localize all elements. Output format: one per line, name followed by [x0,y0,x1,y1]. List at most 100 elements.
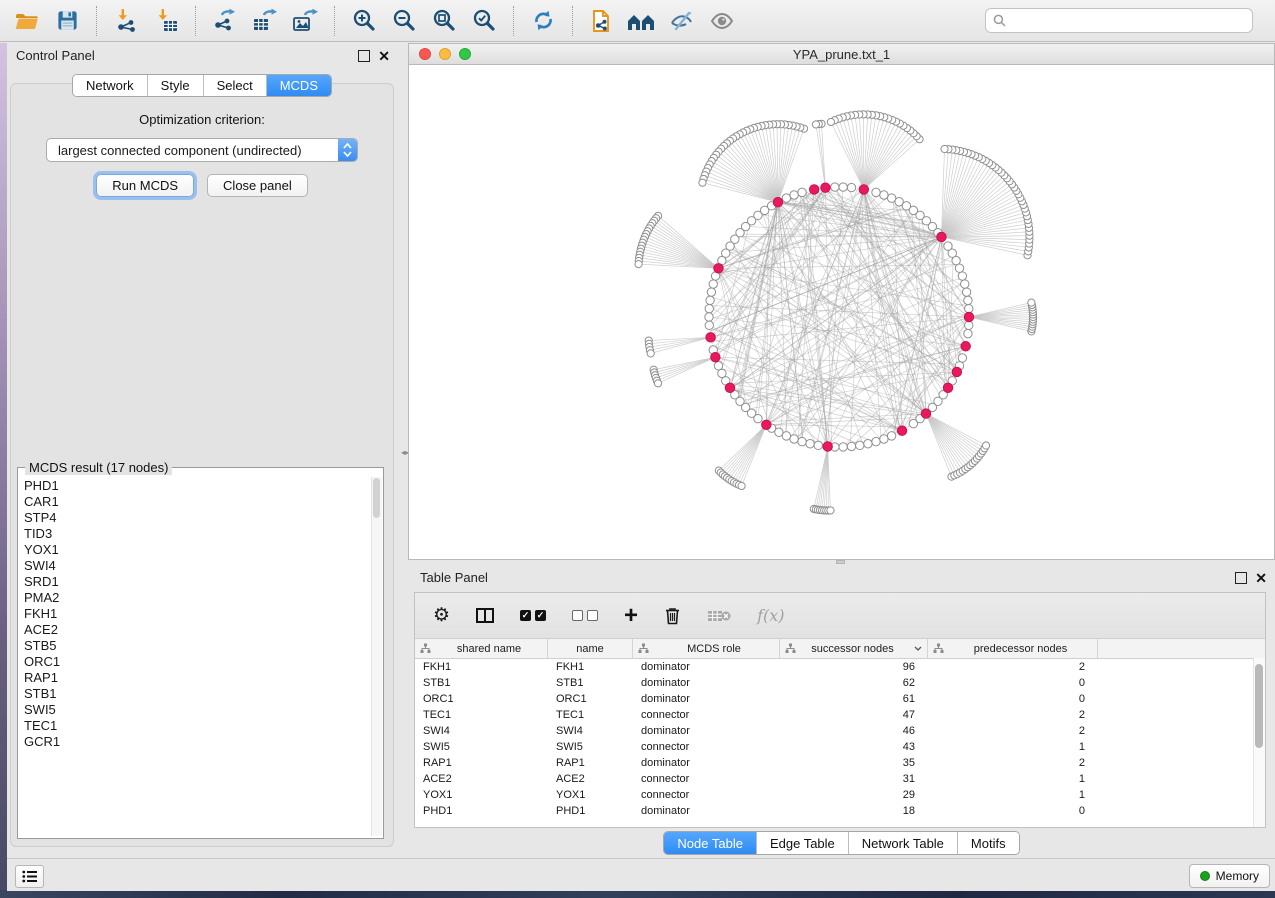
function-builder-button[interactable]: f(x) [757,606,784,625]
table-tabs: Node TableEdge TableNetwork TableMotifs [408,831,1275,855]
mcds-result-item[interactable]: SRD1 [24,574,369,590]
table-row-FKH1[interactable]: FKH1FKH1dominator962 [415,659,1265,675]
zoom-fit-icon [432,8,457,33]
show-columns-button[interactable] [476,608,494,623]
run-mcds-button[interactable]: Run MCDS [96,174,194,197]
mcds-result-item[interactable]: YOX1 [24,542,369,558]
close-panel-icon[interactable]: ✕ [1255,573,1267,583]
import-table-button[interactable] [149,4,183,38]
hide-selected-button[interactable] [665,4,699,38]
tab-style[interactable]: Style [148,75,204,96]
export-network-button[interactable] [208,4,242,38]
table-row-PHD1[interactable]: PHD1PHD1dominator180 [415,803,1265,819]
mcds-result-item[interactable]: RAP1 [24,670,369,686]
optimization-criterion-dropdown[interactable]: largest connected component (undirected) [46,138,358,162]
mcds-result-item[interactable]: TID3 [24,526,369,542]
table-row-SWI4[interactable]: SWI4SWI4dominator462 [415,723,1265,739]
mcds-result-item[interactable]: SWI5 [24,702,369,718]
network-titlebar[interactable]: YPA_prune.txt_1 [408,43,1275,65]
zoom-out-button[interactable] [387,4,421,38]
mcds-result-item[interactable]: FKH1 [24,606,369,622]
mcds-hub-node[interactable] [859,185,869,195]
mcds-hub-node[interactable] [725,383,735,393]
mcds-hub-node[interactable] [773,197,783,207]
mcds-result-item[interactable]: SWI4 [24,558,369,574]
mcds-result-item[interactable]: TEC1 [24,718,369,734]
zoom-selected-button[interactable] [467,4,501,38]
open-file-button[interactable] [10,4,44,38]
mcds-result-item[interactable]: STB5 [24,638,369,654]
mcds-result-item[interactable]: ACE2 [24,622,369,638]
deselect-all-button[interactable] [572,610,598,621]
table-row-ORC1[interactable]: ORC1ORC1dominator610 [415,691,1265,707]
column-header-successor-nodes[interactable]: successor nodes [780,639,928,658]
table-row-STB1[interactable]: STB1STB1dominator620 [415,675,1265,691]
mcds-hub-node[interactable] [897,426,907,436]
tab-network-table[interactable]: Network Table [849,832,958,854]
apply-layout-button[interactable] [526,4,560,38]
add-column-button[interactable]: + [624,606,638,626]
mcds-result-item[interactable]: ORC1 [24,654,369,670]
control-panel: Control Panel ✕ NetworkStyleSelectMCDS O… [7,43,400,858]
vertical-splitter[interactable]: ◂▸ [400,43,408,858]
tab-mcds[interactable]: MCDS [267,75,331,96]
mcds-result-item[interactable]: STB1 [24,686,369,702]
close-panel-button[interactable]: Close panel [207,174,308,197]
close-panel-icon[interactable]: ✕ [378,51,390,61]
tab-select[interactable]: Select [204,75,267,96]
tab-node-table[interactable]: Node Table [664,832,757,854]
table-row-YOX1[interactable]: YOX1YOX1connector291 [415,787,1265,803]
new-network-from-selection-button[interactable] [585,4,619,38]
task-history-button[interactable] [15,865,44,888]
tab-network[interactable]: Network [73,75,148,96]
tab-motifs[interactable]: Motifs [958,832,1019,854]
mcds-hub-node[interactable] [952,367,962,377]
mcds-hub-node[interactable] [762,420,772,430]
mcds-hub-node[interactable] [961,341,971,351]
mcds-result-item[interactable]: PMA2 [24,590,369,606]
mcds-hub-node[interactable] [964,312,974,322]
export-table-button[interactable] [248,4,282,38]
memory-button[interactable]: Memory [1189,864,1270,888]
table-scrollbar[interactable] [1253,658,1265,827]
float-panel-icon[interactable] [358,50,370,62]
mcds-result-item[interactable]: GCR1 [24,734,369,750]
tab-edge-table[interactable]: Edge Table [757,832,849,854]
column-header-shared-name[interactable]: shared name [415,639,548,658]
mcds-result-list[interactable]: PHD1CAR1STP4TID3YOX1SWI4SRD1PMA2FKH1ACE2… [24,478,369,834]
mcds-hub-node[interactable] [809,185,819,195]
table-row-ACE2[interactable]: ACE2ACE2connector311 [415,771,1265,787]
search-input[interactable] [985,8,1253,33]
mcds-list-scrollbar[interactable] [371,477,382,836]
mcds-hub-node[interactable] [714,264,724,274]
delete-table-button[interactable] [707,609,731,623]
mcds-hub-node[interactable] [921,409,931,419]
import-network-button[interactable] [109,4,143,38]
mcds-hub-node[interactable] [711,352,721,362]
save-session-button[interactable] [50,4,84,38]
first-neighbors-button[interactable] [625,4,659,38]
mcds-hub-node[interactable] [823,442,833,452]
delete-column-button[interactable] [664,606,681,625]
mcds-result-item[interactable]: STP4 [24,510,369,526]
mcds-hub-node[interactable] [821,183,831,193]
zoom-fit-button[interactable] [427,4,461,38]
mcds-hub-node[interactable] [943,383,953,393]
mcds-hub-node[interactable] [937,232,947,242]
column-header-predecessor-nodes[interactable]: predecessor nodes [928,639,1098,658]
table-settings-button[interactable]: ⚙ [433,604,450,627]
network-canvas[interactable] [408,65,1275,560]
float-panel-icon[interactable] [1235,572,1247,584]
select-all-button[interactable]: ✓✓ [520,610,546,621]
column-header-MCDS-role[interactable]: MCDS role [633,639,780,658]
mcds-hub-node[interactable] [706,333,716,343]
zoom-in-button[interactable] [347,4,381,38]
export-image-button[interactable] [288,4,322,38]
mcds-result-item[interactable]: CAR1 [24,494,369,510]
mcds-result-item[interactable]: PHD1 [24,478,369,494]
table-row-TEC1[interactable]: TEC1TEC1connector472 [415,707,1265,723]
table-row-RAP1[interactable]: RAP1RAP1dominator352 [415,755,1265,771]
table-row-SWI5[interactable]: SWI5SWI5connector431 [415,739,1265,755]
show-all-button[interactable] [705,4,739,38]
column-header-name[interactable]: name [548,639,633,658]
